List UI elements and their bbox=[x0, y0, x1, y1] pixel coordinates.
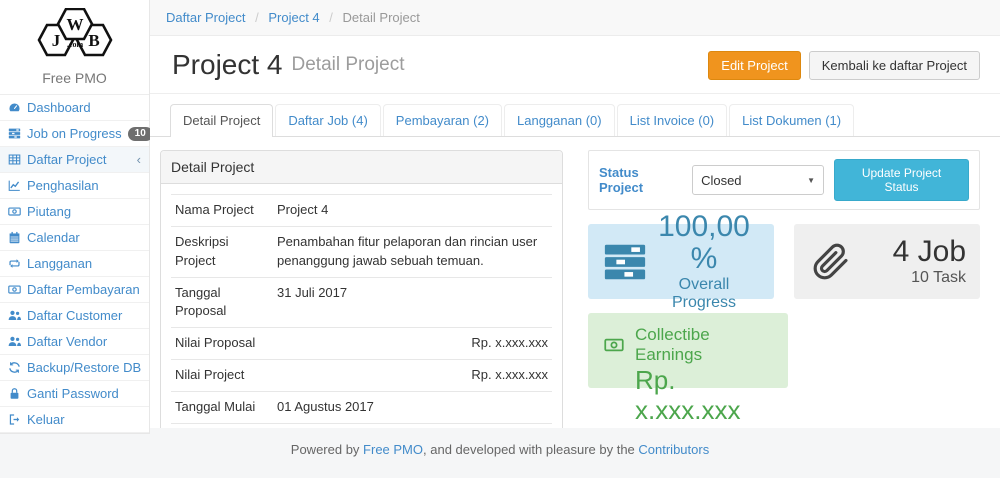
panel-title: Detail Project bbox=[161, 151, 562, 184]
tab-pembayaran[interactable]: Pembayaran (2) bbox=[383, 104, 502, 136]
retweet-icon bbox=[8, 257, 21, 270]
refresh-icon bbox=[8, 361, 21, 374]
earnings-label: Collectibe Earnings bbox=[635, 325, 774, 365]
breadcrumb-project-4[interactable]: Project 4 bbox=[268, 10, 319, 25]
progress-label: Overall Progress bbox=[648, 276, 760, 312]
tab-daftar-job[interactable]: Daftar Job (4) bbox=[275, 104, 380, 136]
table-row: Nama Project Project 4 bbox=[171, 195, 552, 227]
chevron-left-icon: ‹ bbox=[137, 153, 141, 166]
app-window: J W B .com Free PMO Dashboard Job on Pro… bbox=[0, 0, 1000, 478]
tab-list-dokumen[interactable]: List Dokumen (1) bbox=[729, 104, 854, 136]
task-count-value: 10 Task bbox=[850, 269, 966, 287]
contributors-link[interactable]: Contributors bbox=[638, 442, 709, 457]
job-count-value: 4 Job bbox=[850, 236, 966, 268]
sidebar-item-daftar-project[interactable]: Daftar Project ‹ bbox=[0, 147, 149, 173]
table-row: Nilai Proposal Rp. x.xxx.xxx bbox=[171, 328, 552, 360]
users-icon bbox=[8, 335, 21, 348]
sidebar-item-backup-restore-db[interactable]: Backup/Restore DB bbox=[0, 355, 149, 381]
breadcrumb-current: Detail Project bbox=[343, 10, 420, 25]
tab-langganan[interactable]: Langganan (0) bbox=[504, 104, 615, 136]
users-icon bbox=[8, 309, 21, 322]
tab-detail-project[interactable]: Detail Project bbox=[170, 104, 273, 137]
breadcrumb: Daftar Project / Project 4 / Detail Proj… bbox=[150, 0, 1000, 36]
tab-list-invoice[interactable]: List Invoice (0) bbox=[617, 104, 728, 136]
sidebar-item-dashboard[interactable]: Dashboard bbox=[0, 95, 149, 121]
table-row: Tanggal Proposal 31 Juli 2017 bbox=[171, 277, 552, 328]
back-to-project-list-button[interactable]: Kembali ke daftar Project bbox=[809, 51, 980, 80]
paperclip-icon bbox=[812, 243, 850, 281]
sidebar-item-calendar[interactable]: Calendar bbox=[0, 225, 149, 251]
tasks-icon bbox=[602, 239, 648, 285]
edit-project-button[interactable]: Edit Project bbox=[708, 51, 800, 80]
tasks-icon bbox=[8, 127, 21, 140]
free-pmo-link[interactable]: Free PMO bbox=[363, 442, 423, 457]
svg-text:B: B bbox=[88, 31, 99, 50]
svg-text:J: J bbox=[51, 31, 60, 50]
svg-text:W: W bbox=[66, 15, 83, 34]
table-row: Deskripsi Project Penambahan fitur pelap… bbox=[171, 226, 552, 277]
overall-progress-card: 100,00 % Overall Progress bbox=[588, 224, 774, 299]
money-icon bbox=[8, 283, 21, 296]
line-chart-icon bbox=[8, 179, 21, 192]
svg-text:.com: .com bbox=[66, 40, 83, 49]
sidebar-item-piutang[interactable]: Piutang bbox=[0, 199, 149, 225]
sidebar-item-daftar-customer[interactable]: Daftar Customer bbox=[0, 303, 149, 329]
jwb-logo: J W B .com bbox=[29, 8, 121, 60]
status-project-box: Status Project Closed ▼ Update Project S… bbox=[588, 150, 980, 210]
job-count-card: 4 Job 10 Task bbox=[794, 224, 980, 299]
sidebar-item-daftar-vendor[interactable]: Daftar Vendor bbox=[0, 329, 149, 355]
logo-block: J W B .com Free PMO bbox=[0, 0, 149, 95]
collectible-earnings-card: Collectibe Earnings Rp. x.xxx.xxx bbox=[588, 313, 788, 388]
progress-value: 100,00 % bbox=[648, 211, 760, 274]
sidebar: J W B .com Free PMO Dashboard Job on Pro… bbox=[0, 0, 150, 428]
status-select[interactable]: Closed ▼ bbox=[692, 165, 824, 195]
sidebar-item-langganan[interactable]: Langganan bbox=[0, 251, 149, 277]
tachometer-icon bbox=[8, 101, 21, 114]
status-project-label: Status Project bbox=[599, 165, 682, 195]
money-icon bbox=[8, 205, 21, 218]
chevron-down-icon: ▼ bbox=[807, 176, 815, 185]
lock-icon bbox=[8, 387, 21, 400]
app-name: Free PMO bbox=[0, 70, 149, 86]
page-title: Project 4 bbox=[172, 49, 283, 81]
sidebar-item-ganti-password[interactable]: Ganti Password bbox=[0, 381, 149, 407]
sidebar-item-daftar-pembayaran[interactable]: Daftar Pembayaran bbox=[0, 277, 149, 303]
table-row: Nilai Project Rp. x.xxx.xxx bbox=[171, 360, 552, 392]
project-tabs: Detail Project Daftar Job (4) Pembayaran… bbox=[150, 104, 1000, 137]
main-content: Daftar Project / Project 4 / Detail Proj… bbox=[150, 0, 1000, 428]
sidebar-item-job-on-progress[interactable]: Job on Progress 10 bbox=[0, 121, 149, 147]
earnings-value: Rp. x.xxx.xxx bbox=[635, 366, 774, 426]
table-row: Tanggal Mulai 01 Agustus 2017 bbox=[171, 391, 552, 423]
calendar-icon bbox=[8, 231, 21, 244]
page-header: Project 4 Detail Project Edit Project Ke… bbox=[150, 36, 1000, 94]
page-subtitle: Detail Project bbox=[292, 54, 405, 76]
sign-out-icon bbox=[8, 413, 21, 426]
detail-project-panel: Detail Project Nama Project Project 4 De… bbox=[160, 150, 563, 428]
breadcrumb-daftar-project[interactable]: Daftar Project bbox=[166, 10, 245, 25]
update-project-status-button[interactable]: Update Project Status bbox=[834, 159, 969, 201]
footer: Powered by Free PMO, and developed with … bbox=[0, 428, 1000, 478]
table-icon bbox=[8, 153, 21, 166]
money-icon bbox=[602, 335, 626, 355]
sidebar-item-penghasilan[interactable]: Penghasilan bbox=[0, 173, 149, 199]
